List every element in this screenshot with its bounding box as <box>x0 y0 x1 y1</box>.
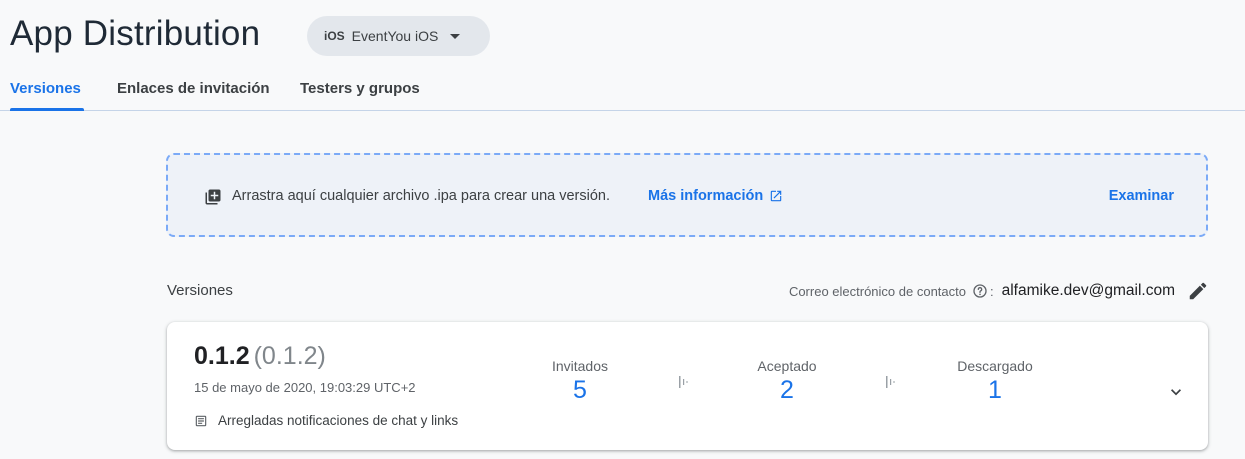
release-version: 0.1.2 (0.1.2) <box>194 342 326 371</box>
stat-invited: Invitados 5 <box>550 358 610 405</box>
contact-email-label: Correo electrónico de contacto <box>788 283 966 299</box>
stat-downloaded-label: Descargado <box>957 358 1033 374</box>
tab-versiones[interactable]: Versiones <box>10 80 81 97</box>
upload-instructions: Arrastra aquí cualquier archivo .ipa par… <box>232 188 610 204</box>
learn-more-link[interactable]: Más información <box>648 188 783 204</box>
funnel-separator-icon <box>679 376 688 388</box>
tab-enlaces-invitacion[interactable]: Enlaces de invitación <box>117 80 270 97</box>
help-icon[interactable] <box>972 283 988 299</box>
stat-invited-label: Invitados <box>551 358 609 374</box>
funnel-separator-icon <box>886 376 895 388</box>
releases-section-title: Versiones <box>167 282 233 299</box>
browse-button[interactable]: Examinar <box>1109 188 1174 204</box>
stat-accepted-label: Aceptado <box>757 358 817 374</box>
stat-accepted: Aceptado 2 <box>755 358 819 405</box>
stat-accepted-value: 2 <box>780 376 794 404</box>
dropdown-caret-icon <box>450 33 461 39</box>
contact-email-value: alfamike.dev@gmail.com <box>1001 282 1175 299</box>
notes-icon <box>195 415 207 426</box>
release-notes-text: Arregladas notificaciones de chat y link… <box>218 413 459 428</box>
release-date: 15 de mayo de 2020, 19:03:29 UTC+2 <box>194 380 416 395</box>
page-title: App Distribution <box>10 14 261 53</box>
stat-invited-value: 5 <box>573 376 587 404</box>
app-selector[interactable]: iOS EventYou iOS <box>307 16 490 56</box>
contact-colon: : <box>989 283 994 299</box>
platform-label: iOS <box>324 29 345 43</box>
chevron-down-icon[interactable] <box>1166 382 1186 402</box>
page-header: App Distribution iOS EventYou iOS Versio… <box>0 0 1245 111</box>
stat-downloaded: Descargado 1 <box>950 358 1040 405</box>
contact-email-row: Correo electrónico de contacto : alfamik… <box>789 280 1209 302</box>
learn-more-label: Más información <box>648 188 764 204</box>
tab-testers-grupos[interactable]: Testers y grupos <box>300 80 420 97</box>
app-name: EventYou iOS <box>351 28 439 44</box>
release-card[interactable]: 0.1.2 (0.1.2) 15 de mayo de 2020, 19:03:2… <box>167 322 1208 450</box>
active-tab-indicator <box>10 108 84 111</box>
add-box-icon <box>204 188 221 205</box>
upload-dropzone[interactable]: Arrastra aquí cualquier archivo .ipa par… <box>166 153 1208 237</box>
build-number: (0.1.2) <box>253 342 326 370</box>
release-notes: Arregladas notificaciones de chat y link… <box>194 413 458 428</box>
version-number: 0.1.2 <box>194 342 250 370</box>
edit-icon[interactable] <box>1187 280 1209 302</box>
stat-downloaded-value: 1 <box>988 376 1002 404</box>
external-link-icon <box>770 190 782 202</box>
